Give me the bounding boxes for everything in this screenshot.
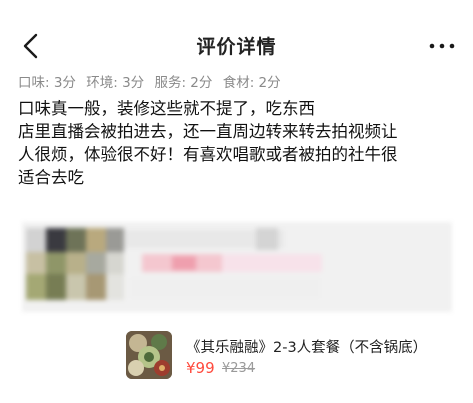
review-line: 适合去吃 (18, 168, 84, 187)
ratings-row: 口味: 3分 环境: 3分 服务: 2分 食材: 2分 (18, 71, 287, 91)
review-line: 人很烦，体验很不好！有喜欢唱歌或者被拍的社牛很 (18, 145, 398, 164)
product-name: 《其乐融融》2-3人套餐（不含锅底） (186, 340, 428, 356)
photo-tile (86, 228, 106, 252)
photo-tile (172, 256, 196, 270)
product-original-price: ¥234 (222, 361, 256, 376)
photo-tile (256, 228, 278, 250)
product-thumbnail (126, 331, 172, 379)
photo-tile (222, 254, 322, 272)
rating-ingredients: 食材: 2分 (222, 75, 281, 91)
rating-environment: 环境: 3分 (86, 75, 145, 91)
photo-tile (46, 228, 66, 252)
photo-tile (130, 278, 320, 298)
photo-tile (26, 228, 48, 252)
review-detail-page: 评价详情 口味: 3分 环境: 3分 服务: 2分 食材: 2分 口味真一般，装… (0, 0, 473, 403)
photo-tile (46, 252, 66, 274)
photo-tile (66, 228, 86, 252)
more-button[interactable] (427, 36, 457, 56)
photo-tile (106, 274, 124, 300)
review-text: 口味真一般，装修这些就不提了，吃东西 店里直播会被拍进去，还一直周边转来转去拍视… (18, 97, 458, 189)
photo-tile (26, 252, 48, 274)
product-card[interactable]: 《其乐融融》2-3人套餐（不含锅底） ¥99 ¥234 (118, 323, 454, 385)
photo-tile (86, 252, 106, 274)
photo-tile (106, 228, 124, 252)
product-price: ¥99 (186, 359, 215, 377)
review-line: 口味真一般，装修这些就不提了，吃东西 (18, 99, 315, 118)
photo-tile (26, 274, 48, 300)
food-photo-icon (126, 331, 172, 379)
photo-tile (66, 274, 86, 300)
review-photos-blurred[interactable] (22, 222, 452, 312)
page-title: 评价详情 (196, 36, 277, 58)
more-dots-icon (429, 43, 455, 49)
photo-tile (106, 252, 124, 274)
rating-service: 服务: 2分 (154, 75, 213, 91)
review-line: 店里直播会被拍进去，还一直周边转来转去拍视频让 (18, 122, 398, 141)
photo-tile (46, 274, 66, 300)
photo-tile (66, 252, 86, 274)
photo-tile (86, 274, 106, 300)
header-bar: 评价详情 (0, 24, 473, 68)
rating-taste: 口味: 3分 (18, 75, 76, 91)
